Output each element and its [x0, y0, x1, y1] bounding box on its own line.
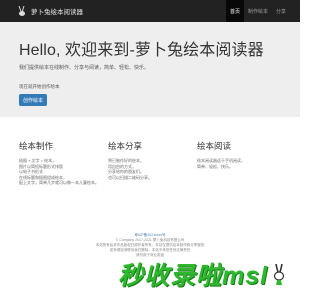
nav-item-home[interactable]: 首页	[225, 0, 244, 22]
feature-title: 绘本分享	[108, 141, 143, 151]
rabbit-logo-icon[interactable]	[16, 5, 28, 17]
create-picturebook-button[interactable]: 创作绘本	[19, 94, 47, 106]
feature-title: 绘本阅读	[197, 141, 232, 151]
hero-title: Hello, 欢迎来到-萝卜兔绘本阅读器	[19, 42, 264, 59]
feature-line: 简单、轻松、快乐。	[197, 163, 233, 169]
watermark-text: 秒收录啦msl	[118, 262, 269, 290]
navbar: 萝卜兔绘本阅读器 首页 制作绘本 分享	[0, 0, 300, 22]
feature-line: 也可以扫描二维码分享。	[108, 174, 152, 180]
nav-item-share[interactable]: 分享	[272, 0, 290, 22]
nav-menu: 首页 制作绘本 分享	[225, 0, 290, 22]
feature-title: 绘本制作	[19, 141, 54, 151]
feature-read: 绘本阅读 绘本阅读器适于手机阅读， 简单、轻松、快乐。	[197, 140, 279, 169]
feature-share: 绘本分享 将已制作好的绘本， 用自由的方式， 分享给你的朋友们。 也可以扫描二维…	[108, 140, 190, 180]
feature-line: 配上文字，简单几步就可以做一本儿童绘本。	[19, 180, 99, 185]
feature-create: 绘本制作 插图 + 文字 = 绘本， 图片以简短标题形式排版 以电子书形式 在线…	[19, 140, 101, 186]
watermark: 秒收录啦msl	[118, 255, 298, 293]
hero-description: 我们提供绘本在线制作、分享与阅读，简单、轻松、快乐。	[19, 65, 150, 71]
hero-section: Hello, 欢迎来到-萝卜兔绘本阅读器 我们提供绘本在线制作、分享与阅读，简单…	[0, 22, 300, 117]
nav-item-create[interactable]: 制作绘本	[244, 0, 272, 22]
brand-name[interactable]: 萝卜兔绘本阅读器	[31, 6, 83, 16]
hero-note: 现在就开始创作绘本	[19, 84, 60, 89]
bunny-mascot-icon	[272, 262, 286, 286]
